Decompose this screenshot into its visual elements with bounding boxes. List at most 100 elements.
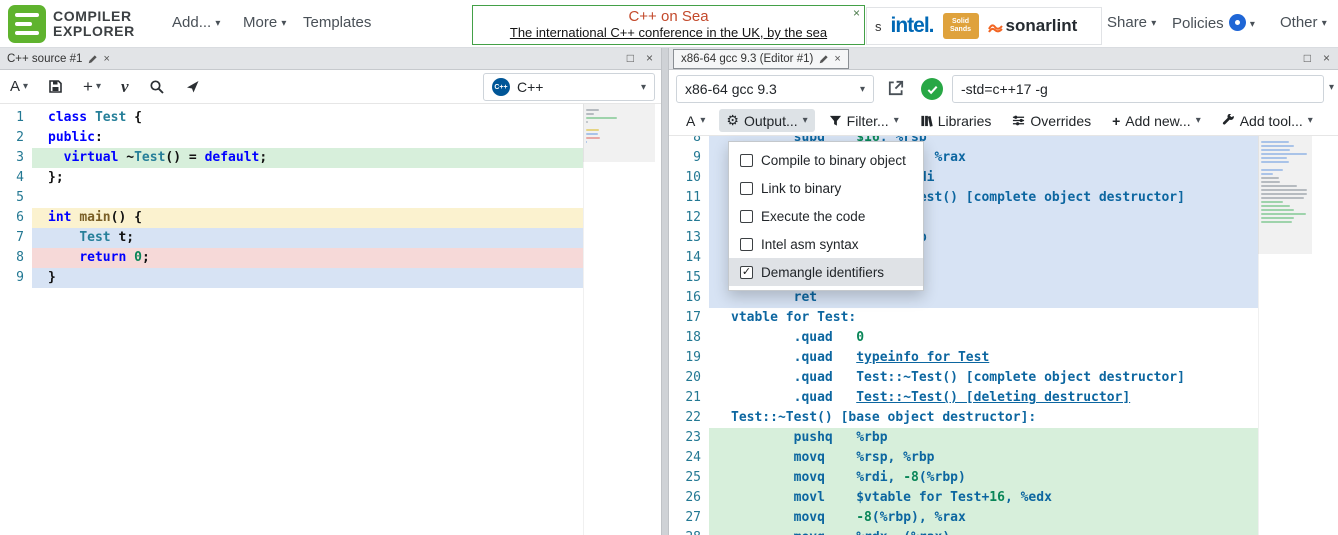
code-line[interactable]: 1class Test { [0,108,583,128]
jump-to-button[interactable] [185,79,200,94]
add-tool-button[interactable]: Add tool...▾ [1215,110,1320,132]
output-menu: Compile to binary objectLink to binaryEx… [728,141,924,291]
code-line[interactable]: 3 virtual ~Test() = default; [0,148,583,168]
line-number: 21 [669,388,709,408]
sonarlint-icon [988,19,1003,34]
output-menu-item[interactable]: Link to binary [729,174,923,202]
source-pane-header[interactable]: C++ source #1 × □ × [0,48,661,70]
add-source-button[interactable]: +▾ [83,77,101,97]
source-code-area[interactable]: 1class Test {2public:3 virtual ~Test() =… [0,108,583,288]
banner-subtitle-link[interactable]: The international C++ conference in the … [473,25,864,41]
compiler-options-input[interactable] [952,75,1324,103]
vim-mode-button[interactable]: v [121,77,129,97]
add-new-button[interactable]: +Add new...▾ [1105,110,1208,132]
code-line[interactable]: 6int main() { [0,208,583,228]
maximize-pane-icon[interactable]: □ [1304,51,1311,65]
code-text: Test::~Test() [base object destructor]: [709,408,1258,428]
filter-menu-button[interactable]: Filter...▾ [822,110,906,132]
line-number: 19 [669,348,709,368]
chevron-down-icon: ▾ [1250,19,1255,30]
compiler-select[interactable]: x86-64 gcc 9.3 ▾ [676,75,874,103]
nav-templates[interactable]: Templates [303,14,371,31]
minimap-line [1261,201,1283,203]
code-line[interactable]: 2public: [0,128,583,148]
compiler-pane-tab[interactable]: x86-64 gcc 9.3 (Editor #1) × [673,49,849,69]
source-editor[interactable]: 1class Test {2public:3 virtual ~Test() =… [0,104,661,535]
plus-icon: + [1112,113,1120,129]
code-line[interactable]: 4}; [0,168,583,188]
code-text: .quad typeinfo for Test [709,348,1258,368]
close-tab-icon[interactable]: × [103,53,109,65]
minimap-line [1261,141,1289,143]
minimap-line [1261,189,1307,191]
code-line[interactable]: 28 movq %rdx, (%rax) [669,528,1258,535]
line-number: 4 [0,168,32,188]
chevron-down-icon: ▾ [281,18,286,29]
checkbox-checked-icon: ✓ [740,266,753,279]
search-button[interactable] [149,79,165,95]
nav-policies-menu[interactable]: Policies ▾ [1172,14,1255,32]
rename-icon[interactable] [87,54,98,65]
logo-line2: EXPLORER [53,24,135,39]
vim-icon: v [121,77,129,97]
conference-banner[interactable]: C++ on Sea The international C++ confere… [472,5,865,45]
libraries-button[interactable]: Libraries [913,110,999,132]
minimap-line [1261,153,1307,155]
output-menu-item[interactable]: Execute the code [729,202,923,230]
banner-close-icon[interactable]: × [853,6,860,20]
source-pane-tab[interactable]: C++ source #1 × [0,48,117,70]
language-select[interactable]: C++ C++ ▾ [483,73,655,101]
options-history-caret-icon[interactable]: ▾ [1329,82,1334,93]
compiler-select-value: x86-64 gcc 9.3 [685,81,777,97]
compiler-pane-header[interactable]: x86-64 gcc 9.3 (Editor #1) × □ × [669,48,1338,70]
code-line[interactable]: 20 .quad Test::~Test() [complete object … [669,368,1258,388]
code-line[interactable]: 7 Test t; [0,228,583,248]
close-tab-icon[interactable]: × [834,53,840,65]
font-size-button[interactable]: A▾ [679,110,712,132]
code-line[interactable]: 24 movq %rsp, %rbp [669,448,1258,468]
font-size-button[interactable]: A▾ [10,78,28,95]
code-line[interactable]: 17vtable for Test: [669,308,1258,328]
code-line[interactable]: 23 pushq %rbp [669,428,1258,448]
overrides-button[interactable]: Overrides [1005,110,1098,132]
minimap-line [586,137,600,139]
pane-resize-divider[interactable] [661,48,669,535]
output-menu-button[interactable]: ⚙Output...▾ [719,109,814,132]
open-in-new-window-button[interactable] [887,79,905,97]
sonarlint-logo[interactable]: sonarlint [988,16,1078,36]
code-line[interactable]: 21 .quad Test::~Test() [deleting destruc… [669,388,1258,408]
intel-logo[interactable]: intel. [891,14,934,38]
chevron-down-icon: ▾ [1308,115,1313,126]
asm-minimap[interactable] [1258,136,1312,535]
code-line[interactable]: 5 [0,188,583,208]
output-menu-item[interactable]: ✓Demangle identifiers [729,258,923,286]
nav-share-menu[interactable]: Share ▾ [1107,14,1156,31]
line-number: 22 [669,408,709,428]
code-line[interactable]: 27 movq -8(%rbp), %rax [669,508,1258,528]
book-icon [920,114,933,127]
close-pane-icon[interactable]: × [1323,51,1330,65]
maximize-pane-icon[interactable]: □ [627,51,634,65]
rename-icon[interactable] [818,54,829,65]
code-line[interactable]: 19 .quad typeinfo for Test [669,348,1258,368]
source-minimap[interactable] [583,104,655,535]
close-pane-icon[interactable]: × [646,51,653,65]
compiler-explorer-logo[interactable]: COMPILER EXPLORER [8,5,135,43]
code-line[interactable]: 22Test::~Test() [base object destructor]… [669,408,1258,428]
code-line[interactable]: 9} [0,268,583,288]
save-button[interactable] [48,79,63,94]
solid-sands-logo[interactable]: Solid Sands [943,13,979,39]
code-line[interactable]: 16 ret [669,288,1258,308]
output-menu-item[interactable]: Intel asm syntax [729,230,923,258]
code-line[interactable]: 26 movl $vtable for Test+16, %edx [669,488,1258,508]
output-menu-item[interactable]: Compile to binary object [729,146,923,174]
code-line[interactable]: 8 return 0; [0,248,583,268]
source-pane-tab-title: C++ source #1 [7,53,82,65]
nav-other-menu[interactable]: Other ▾ [1280,14,1327,31]
nav-more-menu[interactable]: More ▾ [243,14,286,31]
nav-add-menu[interactable]: Add... ▾ [172,14,220,31]
code-line[interactable]: 18 .quad 0 [669,328,1258,348]
code-line[interactable]: 25 movq %rdi, -8(%rbp) [669,468,1258,488]
minimap-line [586,109,599,111]
code-text [32,188,583,208]
